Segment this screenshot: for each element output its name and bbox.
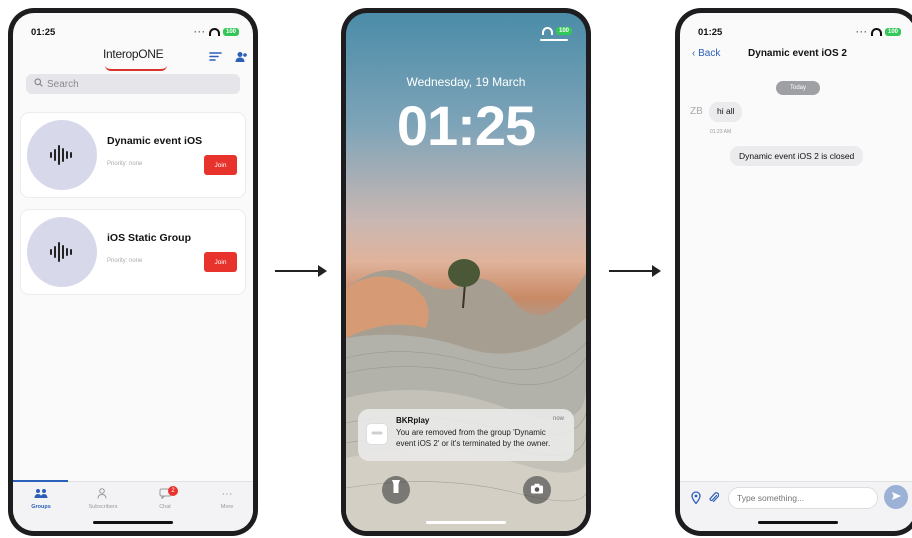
join-button[interactable]: Join xyxy=(204,252,237,272)
tab-label: Subscribers xyxy=(88,504,118,510)
tab-bar: Groups Subscribers 2 Chat ··· More xyxy=(13,480,253,531)
active-tab-indicator xyxy=(13,480,68,482)
search-input[interactable]: Search xyxy=(26,74,240,94)
tab-label: Chat xyxy=(159,504,171,510)
tab-label: Groups xyxy=(31,504,51,510)
subscribers-icon-svg xyxy=(97,488,107,499)
status-icons: ··· 100 xyxy=(856,27,901,37)
lock-screen: 100 Wednesday, 19 March 01:25 BKRplay no… xyxy=(346,13,586,531)
group-card-ios-static[interactable]: iOS Static Group Priority: none Join xyxy=(21,210,245,294)
attachment-icon[interactable] xyxy=(709,491,720,507)
notification-message: You are removed from the group 'Dynamic … xyxy=(396,428,551,448)
logo-text: InteropONE xyxy=(103,47,164,61)
arrow-right-icon xyxy=(609,265,661,277)
battery-icon: 100 xyxy=(884,28,901,36)
status-bar: 01:25 ··· 100 xyxy=(13,27,253,41)
flashlight-icon[interactable] xyxy=(382,476,410,504)
group-name: iOS Static Group xyxy=(107,232,192,244)
group-priority: Priority: none xyxy=(107,161,143,167)
status-bar: 01:25 ··· 100 xyxy=(680,27,912,41)
chat-screen: 01:25 ··· 100 ‹ Back Dynamic event iOS 2… xyxy=(680,13,912,531)
audio-wave-svg xyxy=(50,145,72,165)
audio-wave-svg xyxy=(50,242,72,262)
phone-lock-screen: 100 Wednesday, 19 March 01:25 BKRplay no… xyxy=(341,8,591,536)
message-input[interactable] xyxy=(728,487,878,509)
message-time: 01:23 AM xyxy=(710,129,732,135)
tab-chat[interactable]: 2 Chat xyxy=(141,486,189,510)
chat-icon xyxy=(141,488,189,502)
battery-icon: 100 xyxy=(555,27,572,35)
logo-swoosh-icon xyxy=(105,65,167,71)
tab-subscribers[interactable]: Subscribers xyxy=(79,488,127,510)
status-time: 01:25 xyxy=(698,27,723,38)
tab-label: More xyxy=(220,504,234,510)
more-icon: ··· xyxy=(221,488,233,500)
lock-time: 01:25 xyxy=(396,94,536,157)
search-icon-svg xyxy=(34,78,43,87)
app-icon-mark xyxy=(371,431,383,435)
chat-header: ‹ Back Dynamic event iOS 2 xyxy=(680,45,912,67)
audio-wave-icon xyxy=(27,217,97,287)
join-button[interactable]: Join xyxy=(204,155,237,175)
groups-icon-svg xyxy=(34,489,48,498)
notification-banner[interactable]: BKRplay now You are removed from the gro… xyxy=(358,409,574,461)
location-icon-svg xyxy=(691,491,701,505)
battery-icon: 100 xyxy=(222,28,239,36)
date-chip: Today xyxy=(776,81,820,95)
phone-chat-screen: 01:25 ··· 100 ‹ Back Dynamic event iOS 2… xyxy=(675,8,912,536)
message-composer xyxy=(680,481,912,531)
signal-icon: ··· xyxy=(193,27,206,37)
control-center-handle xyxy=(540,39,568,41)
status-time: 01:25 xyxy=(31,27,56,38)
group-priority: Priority: none xyxy=(107,258,143,264)
search-icon xyxy=(34,78,43,90)
status-icons: 100 xyxy=(541,27,572,35)
group-name: Dynamic event iOS xyxy=(107,135,203,147)
filter-icon[interactable] xyxy=(209,51,222,65)
system-message: Dynamic event iOS 2 is closed xyxy=(730,146,864,166)
app-logo: InteropONE xyxy=(103,47,164,61)
notification-time: now xyxy=(552,416,564,422)
arrow-right-icon xyxy=(275,265,327,277)
home-indicator xyxy=(757,521,838,524)
home-indicator xyxy=(426,521,506,524)
filter-icon-svg xyxy=(209,52,222,61)
chat-title: Dynamic event iOS 2 xyxy=(748,48,847,59)
chat-unread-badge: 2 xyxy=(168,486,178,496)
audio-wave-icon xyxy=(27,120,97,190)
tab-groups[interactable]: Groups xyxy=(17,488,65,510)
signal-icon: ··· xyxy=(855,27,868,37)
users-icon-svg xyxy=(235,52,247,62)
send-button[interactable] xyxy=(884,485,908,509)
tab-more[interactable]: ··· More xyxy=(203,488,251,510)
group-card-dynamic-event[interactable]: Dynamic event iOS Priority: none Join xyxy=(21,113,245,197)
home-indicator xyxy=(93,521,173,524)
lock-date: Wednesday, 19 March xyxy=(406,75,526,89)
status-icons: ··· 100 xyxy=(194,27,239,37)
search-placeholder: Search xyxy=(47,78,79,90)
flashlight-icon-svg xyxy=(392,480,400,493)
camera-icon-svg xyxy=(531,483,543,494)
notification-app-name: BKRplay xyxy=(396,416,430,425)
camera-icon[interactable] xyxy=(523,476,551,504)
send-icon xyxy=(891,491,901,500)
message-bubble[interactable]: hi all xyxy=(709,102,743,122)
wifi-icon xyxy=(541,27,553,35)
groups-screen: 01:25 ··· 100 InteropONE Search Dynamic … xyxy=(13,13,253,531)
sender-avatar: ZB xyxy=(690,106,703,117)
location-icon[interactable] xyxy=(691,491,701,507)
app-icon xyxy=(366,423,388,445)
phone-groups-screen: 01:25 ··· 100 InteropONE Search Dynamic … xyxy=(8,8,258,536)
groups-icon xyxy=(17,488,65,502)
subscribers-icon xyxy=(79,488,127,502)
subscribers-header-icon[interactable] xyxy=(235,51,248,66)
attachment-icon-svg xyxy=(709,492,720,503)
wifi-icon xyxy=(208,28,220,36)
wifi-icon xyxy=(870,28,882,36)
